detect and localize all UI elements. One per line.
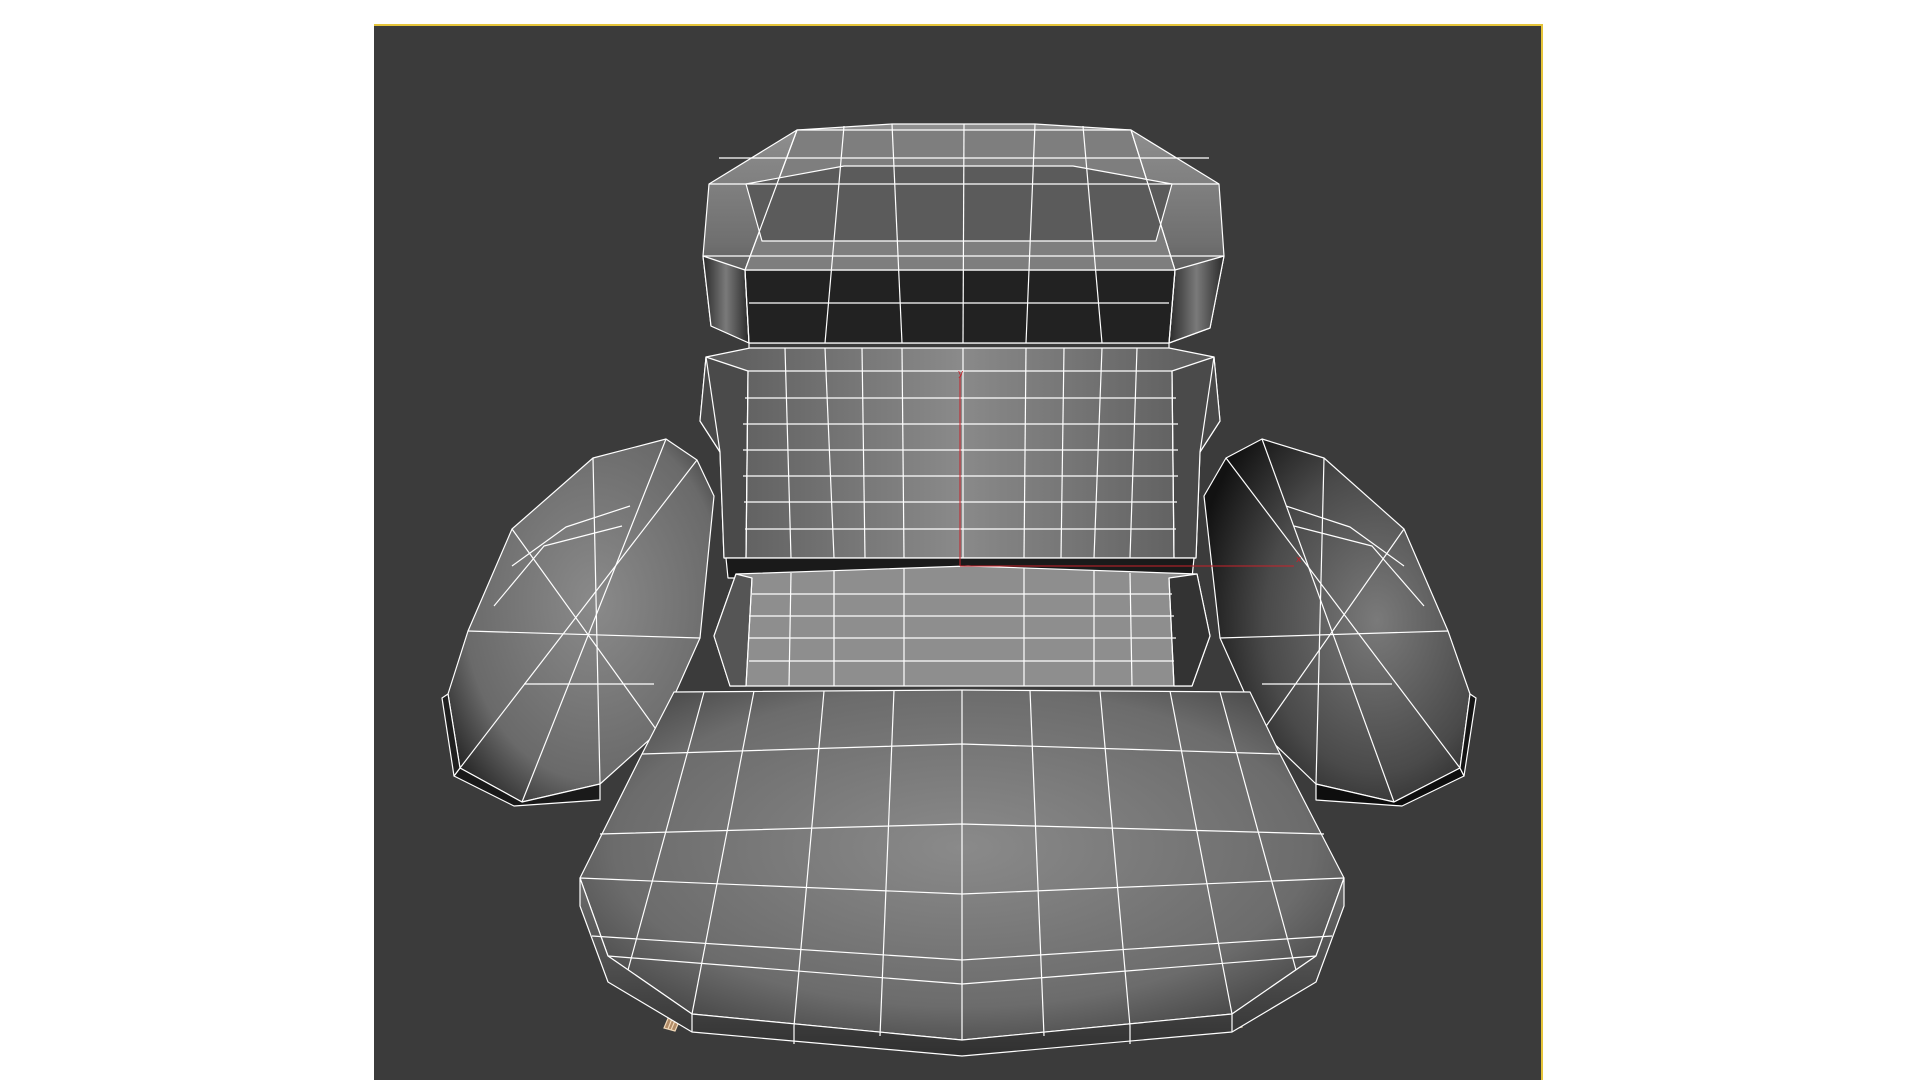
- armchair-mesh[interactable]: [374, 26, 1543, 1080]
- 3d-viewport[interactable]: y x: [374, 24, 1543, 1080]
- x-axis-label: x: [1296, 555, 1302, 565]
- seat-cushion: [579, 689, 1345, 1057]
- y-axis-label: y: [958, 369, 964, 379]
- headrest: [702, 123, 1225, 369]
- lumbar-cushion: [713, 565, 1211, 687]
